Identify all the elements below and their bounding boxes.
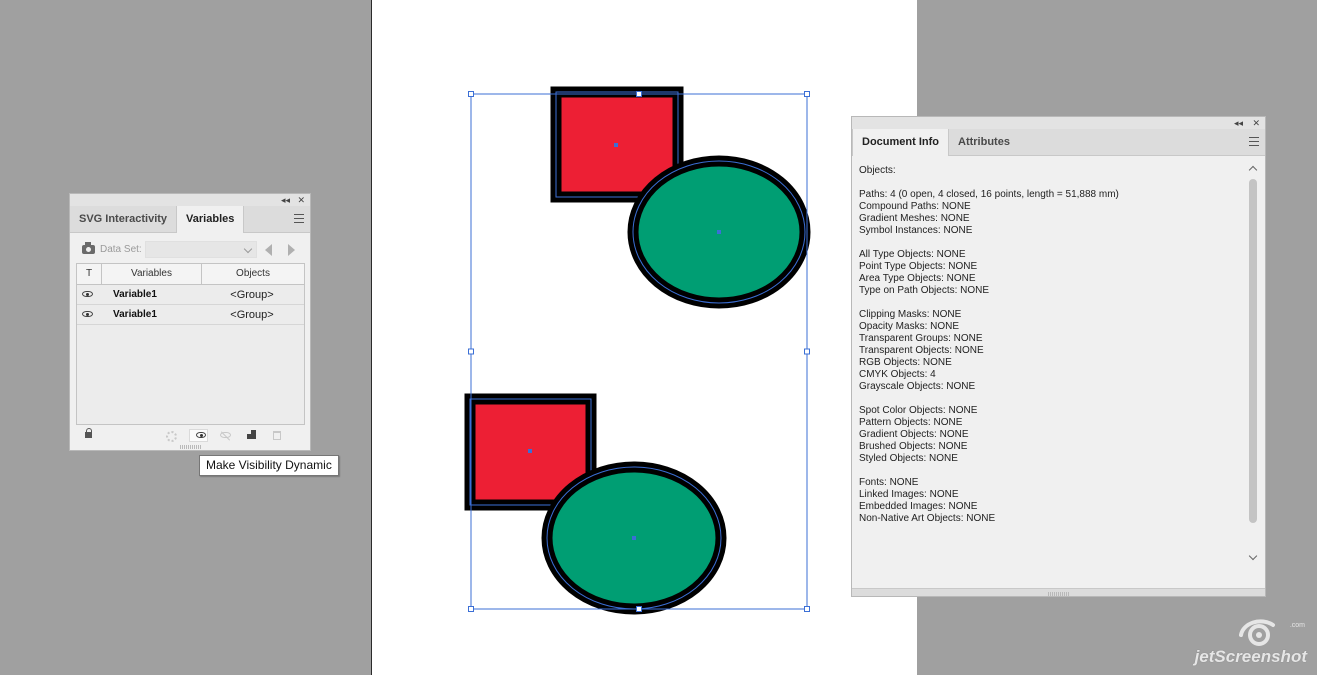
make-object-dynamic-icon[interactable] (166, 431, 177, 442)
document-info-content: Objects: Paths: 4 (0 open, 4 closed, 16 p… (852, 157, 1265, 596)
next-dataset-icon[interactable] (288, 244, 295, 256)
panel-topbar[interactable]: ◂◂ ✕ (70, 194, 310, 206)
info-line: All Type Objects: NONE (859, 249, 966, 260)
info-gap (859, 297, 1244, 309)
delete-variable-icon[interactable] (273, 431, 281, 440)
info-line: Opacity Masks: NONE (859, 321, 960, 332)
info-gap (859, 177, 1244, 189)
info-line: Objects: (859, 165, 896, 176)
dataset-row: Data Set: (70, 237, 310, 263)
camera-icon[interactable] (82, 242, 95, 254)
variables-table: T Variables Objects Variable1 <Group> Va… (76, 263, 305, 425)
scroll-thumb[interactable] (1249, 179, 1257, 523)
bottom-square-center (528, 449, 532, 453)
table-header: T Variables Objects (77, 264, 304, 285)
tab-document-info[interactable]: Document Info (852, 129, 949, 156)
info-line: Clipping Masks: NONE (859, 309, 962, 320)
scrollbar[interactable] (1247, 163, 1259, 561)
visibility-icon (82, 311, 93, 317)
info-line: Grayscale Objects: NONE (859, 381, 976, 392)
info-line: Compound Paths: NONE (859, 201, 971, 212)
lock-icon[interactable] (85, 428, 92, 438)
info-line: Transparent Groups: NONE (859, 333, 983, 344)
tab-attributes[interactable]: Attributes (949, 129, 1019, 155)
info-line: Pattern Objects: NONE (859, 417, 963, 428)
info-line: Gradient Objects: NONE (859, 429, 969, 440)
info-line: Paths: 4 (0 open, 4 closed, 16 points, l… (859, 189, 1119, 200)
document-info-tabs: Document Info Attributes (852, 129, 1265, 156)
previous-dataset-icon[interactable] (265, 244, 272, 256)
close-icon[interactable]: ✕ (1252, 117, 1260, 129)
collapse-icon[interactable]: ◂◂ (281, 194, 290, 206)
info-line: Non-Native Art Objects: NONE (859, 513, 996, 524)
document-info-text: Objects: Paths: 4 (0 open, 4 closed, 16 p… (859, 165, 1244, 525)
info-line: Styled Objects: NONE (859, 453, 958, 464)
variable-object: <Group> (230, 308, 274, 321)
document-info-panel: ◂◂ ✕ Document Info Attributes Objects: Pa… (851, 116, 1266, 597)
info-line: Type on Path Objects: NONE (859, 285, 990, 296)
top-square-center (614, 143, 618, 147)
column-type[interactable]: T (77, 264, 102, 284)
variable-name[interactable]: Variable1 (101, 289, 200, 300)
variables-toolbar (70, 428, 310, 444)
variables-tabs: SVG Interactivity Variables (70, 206, 310, 233)
info-line: CMYK Objects: 4 (859, 369, 936, 380)
variable-object: <Group> (230, 288, 274, 301)
panel-menu-icon[interactable] (294, 214, 304, 223)
info-line: Linked Images: NONE (859, 489, 959, 500)
eye-icon (196, 432, 206, 438)
tab-svg-interactivity[interactable]: SVG Interactivity (70, 206, 176, 232)
panel-bottom-strip (852, 588, 1265, 596)
info-line: RGB Objects: NONE (859, 357, 952, 368)
make-visibility-dynamic-button[interactable] (189, 429, 208, 442)
tab-variables[interactable]: Variables (176, 206, 245, 233)
info-gap (859, 393, 1244, 405)
info-line: Fonts: NONE (859, 477, 919, 488)
watermark-domain: .com (1289, 622, 1305, 629)
info-line: Spot Color Objects: NONE (859, 405, 978, 416)
dataset-select[interactable] (145, 241, 257, 258)
visibility-icon (82, 291, 93, 297)
info-gap (859, 465, 1244, 477)
dataset-label: Data Set: (100, 244, 142, 255)
watermark: .com jetScreenshot (1194, 617, 1307, 667)
info-line: Gradient Meshes: NONE (859, 213, 970, 224)
scroll-up-icon[interactable] (1248, 165, 1258, 175)
column-objects[interactable]: Objects (202, 264, 304, 284)
watermark-text: jetScreenshot (1194, 647, 1307, 666)
bottom-circle-center (632, 536, 636, 540)
collapse-icon[interactable]: ◂◂ (1234, 117, 1243, 129)
unbind-variable-icon[interactable] (220, 432, 231, 438)
close-icon[interactable]: ✕ (297, 194, 305, 206)
watermark-logo-icon (1239, 619, 1275, 646)
info-line: Symbol Instances: NONE (859, 225, 973, 236)
table-row[interactable]: Variable1 <Group> (77, 285, 304, 305)
info-line: Brushed Objects: NONE (859, 441, 968, 452)
variables-panel: ◂◂ ✕ SVG Interactivity Variables Data Se… (69, 193, 311, 451)
column-variables[interactable]: Variables (102, 264, 202, 284)
info-line: Area Type Objects: NONE (859, 273, 976, 284)
info-line: Embedded Images: NONE (859, 501, 978, 512)
table-row[interactable]: Variable1 <Group> (77, 305, 304, 325)
scroll-down-icon[interactable] (1248, 551, 1258, 561)
resize-grip[interactable] (1048, 592, 1070, 596)
top-circle-center (717, 230, 721, 234)
variable-name[interactable]: Variable1 (101, 309, 200, 320)
info-line: Point Type Objects: NONE (859, 261, 978, 272)
tooltip: Make Visibility Dynamic (199, 455, 339, 476)
resize-grip[interactable] (180, 445, 202, 449)
new-variable-icon[interactable] (247, 430, 256, 439)
info-gap (859, 237, 1244, 249)
panel-topbar[interactable]: ◂◂ ✕ (852, 117, 1265, 129)
panel-menu-icon[interactable] (1249, 137, 1259, 146)
info-line: Transparent Objects: NONE (859, 345, 984, 356)
